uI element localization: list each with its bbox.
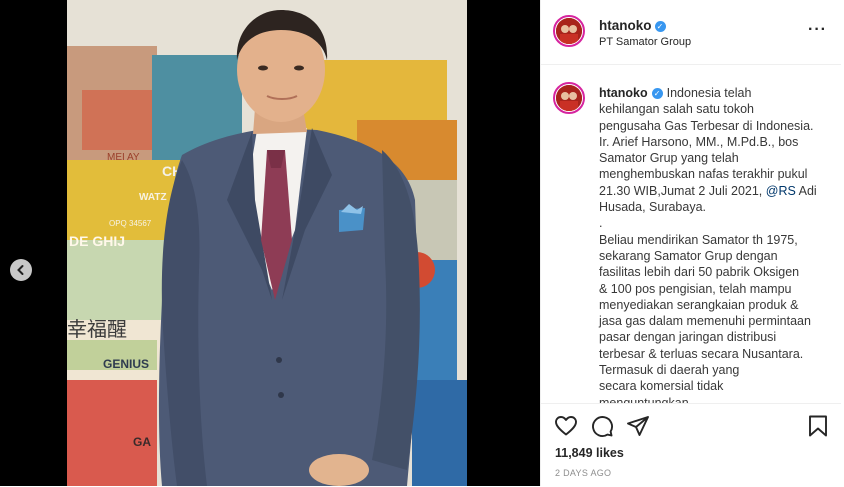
caption-line: Husada, Surabaya.: [599, 200, 707, 215]
caption-line: jasa gas dalam memenuhi permintaan: [599, 314, 811, 329]
caption-line: Termasuk di daerah yang: [599, 363, 740, 378]
artwork-text-watz: WATZ: [139, 192, 167, 203]
verified-badge-icon: ✓: [651, 88, 663, 99]
post-side-panel: htanoko ✓ PT Samator Group ··· htanoko ✓ In…: [540, 0, 841, 486]
caption-line: .: [599, 216, 603, 231]
like-button[interactable]: [554, 414, 578, 443]
post-media: CHI DE GHIJ GENIUS MEI AY WATZ OPQ 34567…: [0, 0, 540, 486]
avatar-image: [556, 18, 582, 44]
caption-username[interactable]: htanoko: [599, 86, 648, 100]
caption-line: pasar dengan jaringan distribusi: [599, 330, 777, 345]
caption-area: htanoko ✓ Indonesia telah kehilangan salah…: [541, 65, 841, 403]
caption-line: menghembuskan nafas terakhir pukul: [599, 167, 808, 182]
previous-image-button[interactable]: [10, 259, 32, 281]
caption-line: secara komersial tidak: [599, 379, 724, 394]
comment-icon: [592, 416, 613, 437]
more-options-button[interactable]: ···: [808, 22, 827, 38]
header-username[interactable]: htanoko: [599, 18, 652, 33]
more-options-icon: ···: [808, 21, 827, 38]
caption-line: Beliau mendirikan Samator th 1975,: [599, 232, 798, 247]
post-header: htanoko ✓ PT Samator Group ···: [541, 0, 841, 65]
artwork-text-ghij: DE GHIJ: [69, 233, 125, 249]
caption-line: kehilangan salah satu tokoh: [599, 102, 754, 117]
post-timestamp[interactable]: 2 DAYS AGO: [555, 468, 611, 478]
paper-plane-icon: [627, 416, 649, 436]
location-link[interactable]: PT Samator Group: [599, 36, 691, 48]
artwork-text-genius: GENIUS: [103, 357, 149, 371]
caption-line: Samator Grup yang telah: [599, 151, 739, 166]
save-button[interactable]: [806, 414, 830, 443]
bookmark-icon: [809, 415, 827, 437]
share-button[interactable]: [626, 414, 650, 443]
post-photo: CHI DE GHIJ GENIUS MEI AY WATZ OPQ 34567…: [67, 0, 467, 486]
caption-avatar[interactable]: [553, 82, 585, 114]
post-actions: 11,849 likes 2 DAYS AGO: [541, 403, 841, 487]
caption-line: terbesar & terluas secara Nusantara.: [599, 346, 804, 361]
comment-button[interactable]: [590, 414, 614, 443]
artwork-text-mei: MEI AY: [107, 152, 140, 163]
photo-of-man-in-suit: CHI DE GHIJ GENIUS MEI AY WATZ OPQ 34567…: [67, 0, 467, 486]
artwork-text-chinese: 幸福醒: [67, 317, 127, 341]
caption-line: menyediakan serangkaian produk &: [599, 297, 799, 312]
verified-badge-icon: ✓: [654, 21, 666, 32]
caption-line: Ir. Arief Harsono, MM., M.Pd.B., bos: [599, 134, 799, 149]
chevron-left-icon: [17, 265, 24, 275]
heart-icon: [555, 416, 577, 436]
caption-line: fasilitas lebih dari 50 pabrik Oksigen: [599, 265, 800, 280]
caption-line: Indonesia telah: [666, 86, 752, 100]
caption-line: pengusaha Gas Terbesar di Indonesia.: [599, 118, 814, 133]
artwork-text-opq: OPQ 34567: [109, 219, 152, 228]
caption-line: sekarang Samator Grup dengan: [599, 248, 778, 263]
likes-count[interactable]: 11,849 likes: [555, 446, 624, 460]
mention-link[interactable]: @RS: [766, 184, 796, 198]
avatar[interactable]: [553, 15, 585, 47]
header-username-row: htanoko ✓: [599, 17, 666, 35]
caption-line: menguntungkan.: [599, 395, 693, 403]
artwork-text-ga: GA: [133, 435, 151, 449]
caption-line: 21.30 WIB,Jumat 2 Juli 2021,: [599, 183, 763, 198]
avatar-image: [556, 85, 582, 111]
caption-line: & 100 pos pengisian, telah mampu: [599, 281, 792, 296]
caption-text: htanoko ✓ Indonesia telah kehilangan salah…: [599, 85, 831, 403]
caption-line: Adi: [795, 183, 817, 198]
